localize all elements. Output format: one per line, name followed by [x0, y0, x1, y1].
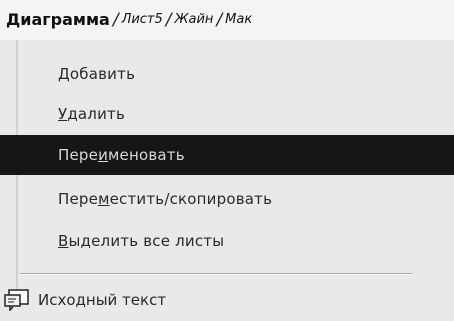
sheet-tab-third[interactable]: Жайн: [175, 0, 214, 40]
excel-sheet-context-window: Диаграмма / Лист5/Жайн / Мак Добавить Удалит…: [0, 0, 454, 321]
menu-item-select-all-sheets[interactable]: Выделить все листы: [0, 221, 454, 261]
tab-separator: /: [112, 10, 119, 30]
menu-item-label: Исходный текст: [38, 290, 167, 309]
sheet-tab-diagram[interactable]: Диаграмма: [0, 0, 110, 40]
menu-item-label: Добавить: [58, 65, 136, 83]
menu-item-delete[interactable]: Удалить: [0, 94, 454, 134]
tab-separator: /: [165, 10, 172, 30]
menu-item-move-copy[interactable]: Переместить/скопировать: [0, 179, 454, 219]
menu-item-source-code[interactable]: Исходный текст: [0, 278, 454, 321]
menu-item-label: Переместить/скопировать: [58, 190, 273, 208]
source-code-icon: [4, 288, 30, 312]
menu-item-label: Удалить: [58, 105, 126, 123]
menu-separator: [20, 273, 412, 275]
sheet-tab-fourth[interactable]: Мак: [225, 0, 252, 40]
menu-item-label: Выделить все листы: [58, 232, 225, 250]
tab-separator: /: [216, 10, 223, 30]
sheet-tab-list5[interactable]: Лист5: [122, 0, 163, 40]
sheet-tab-strip: Диаграмма / Лист5/Жайн / Мак: [0, 0, 454, 41]
menu-item-add[interactable]: Добавить: [0, 54, 454, 94]
menu-item-rename[interactable]: Переименовать: [0, 135, 454, 175]
menu-item-label: Переименовать: [58, 146, 185, 164]
